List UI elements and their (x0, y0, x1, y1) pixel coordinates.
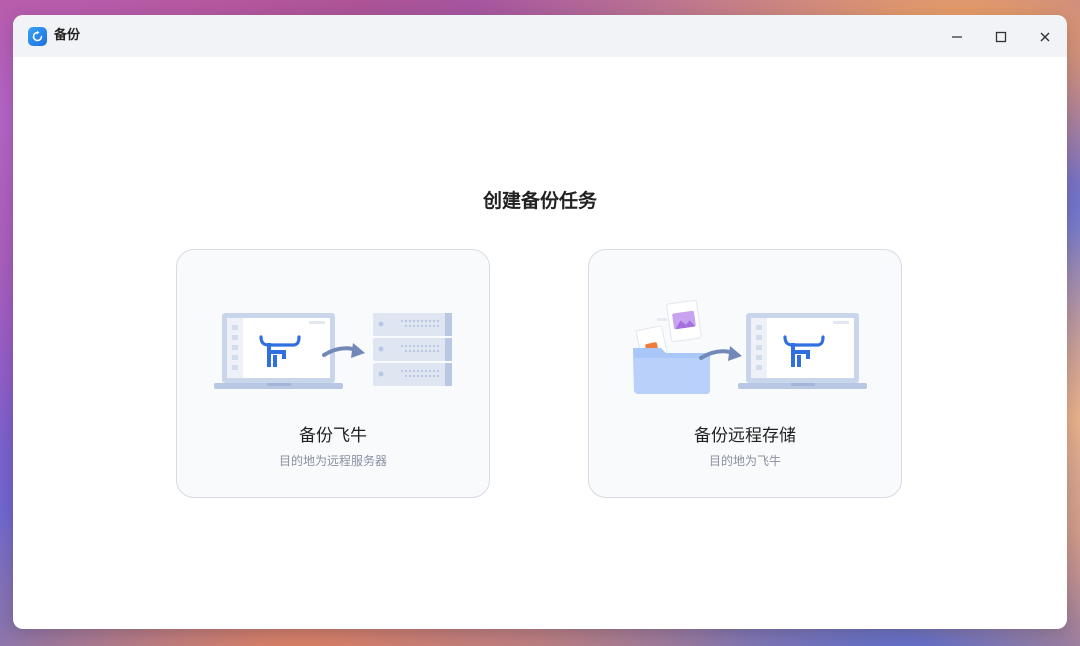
close-icon (1040, 32, 1050, 42)
minimize-icon (952, 36, 962, 38)
card-title: 备份飞牛 (299, 426, 367, 446)
app-window: 备份 创建备份任务 备份飞牛 目的地为远程服务器 备份远程存储 目的地为飞牛 (13, 15, 1067, 629)
page-title: 创建备份任务 (482, 190, 597, 212)
server-icon (373, 313, 452, 386)
folder-icon (633, 299, 710, 394)
card-description: 目的地为飞牛 (708, 454, 781, 468)
folder-to-laptop-illustration (633, 299, 867, 394)
app-title: 备份 (54, 28, 81, 43)
close-button[interactable] (1032, 24, 1058, 50)
title-bar: 备份 (13, 15, 1067, 57)
backup-remote-storage-card[interactable]: 备份远程存储 目的地为飞牛 (588, 249, 902, 498)
maximize-icon (995, 31, 1007, 43)
card-title: 备份远程存储 (694, 426, 796, 446)
laptop-to-server-illustration (214, 313, 452, 389)
minimize-button[interactable] (944, 24, 970, 50)
backup-app-icon (28, 27, 47, 46)
laptop-icon (214, 313, 343, 389)
backup-fnos-card[interactable]: 备份飞牛 目的地为远程服务器 (176, 249, 490, 498)
card-description: 目的地为远程服务器 (278, 454, 387, 468)
maximize-button[interactable] (988, 24, 1014, 50)
laptop-icon (738, 313, 867, 389)
